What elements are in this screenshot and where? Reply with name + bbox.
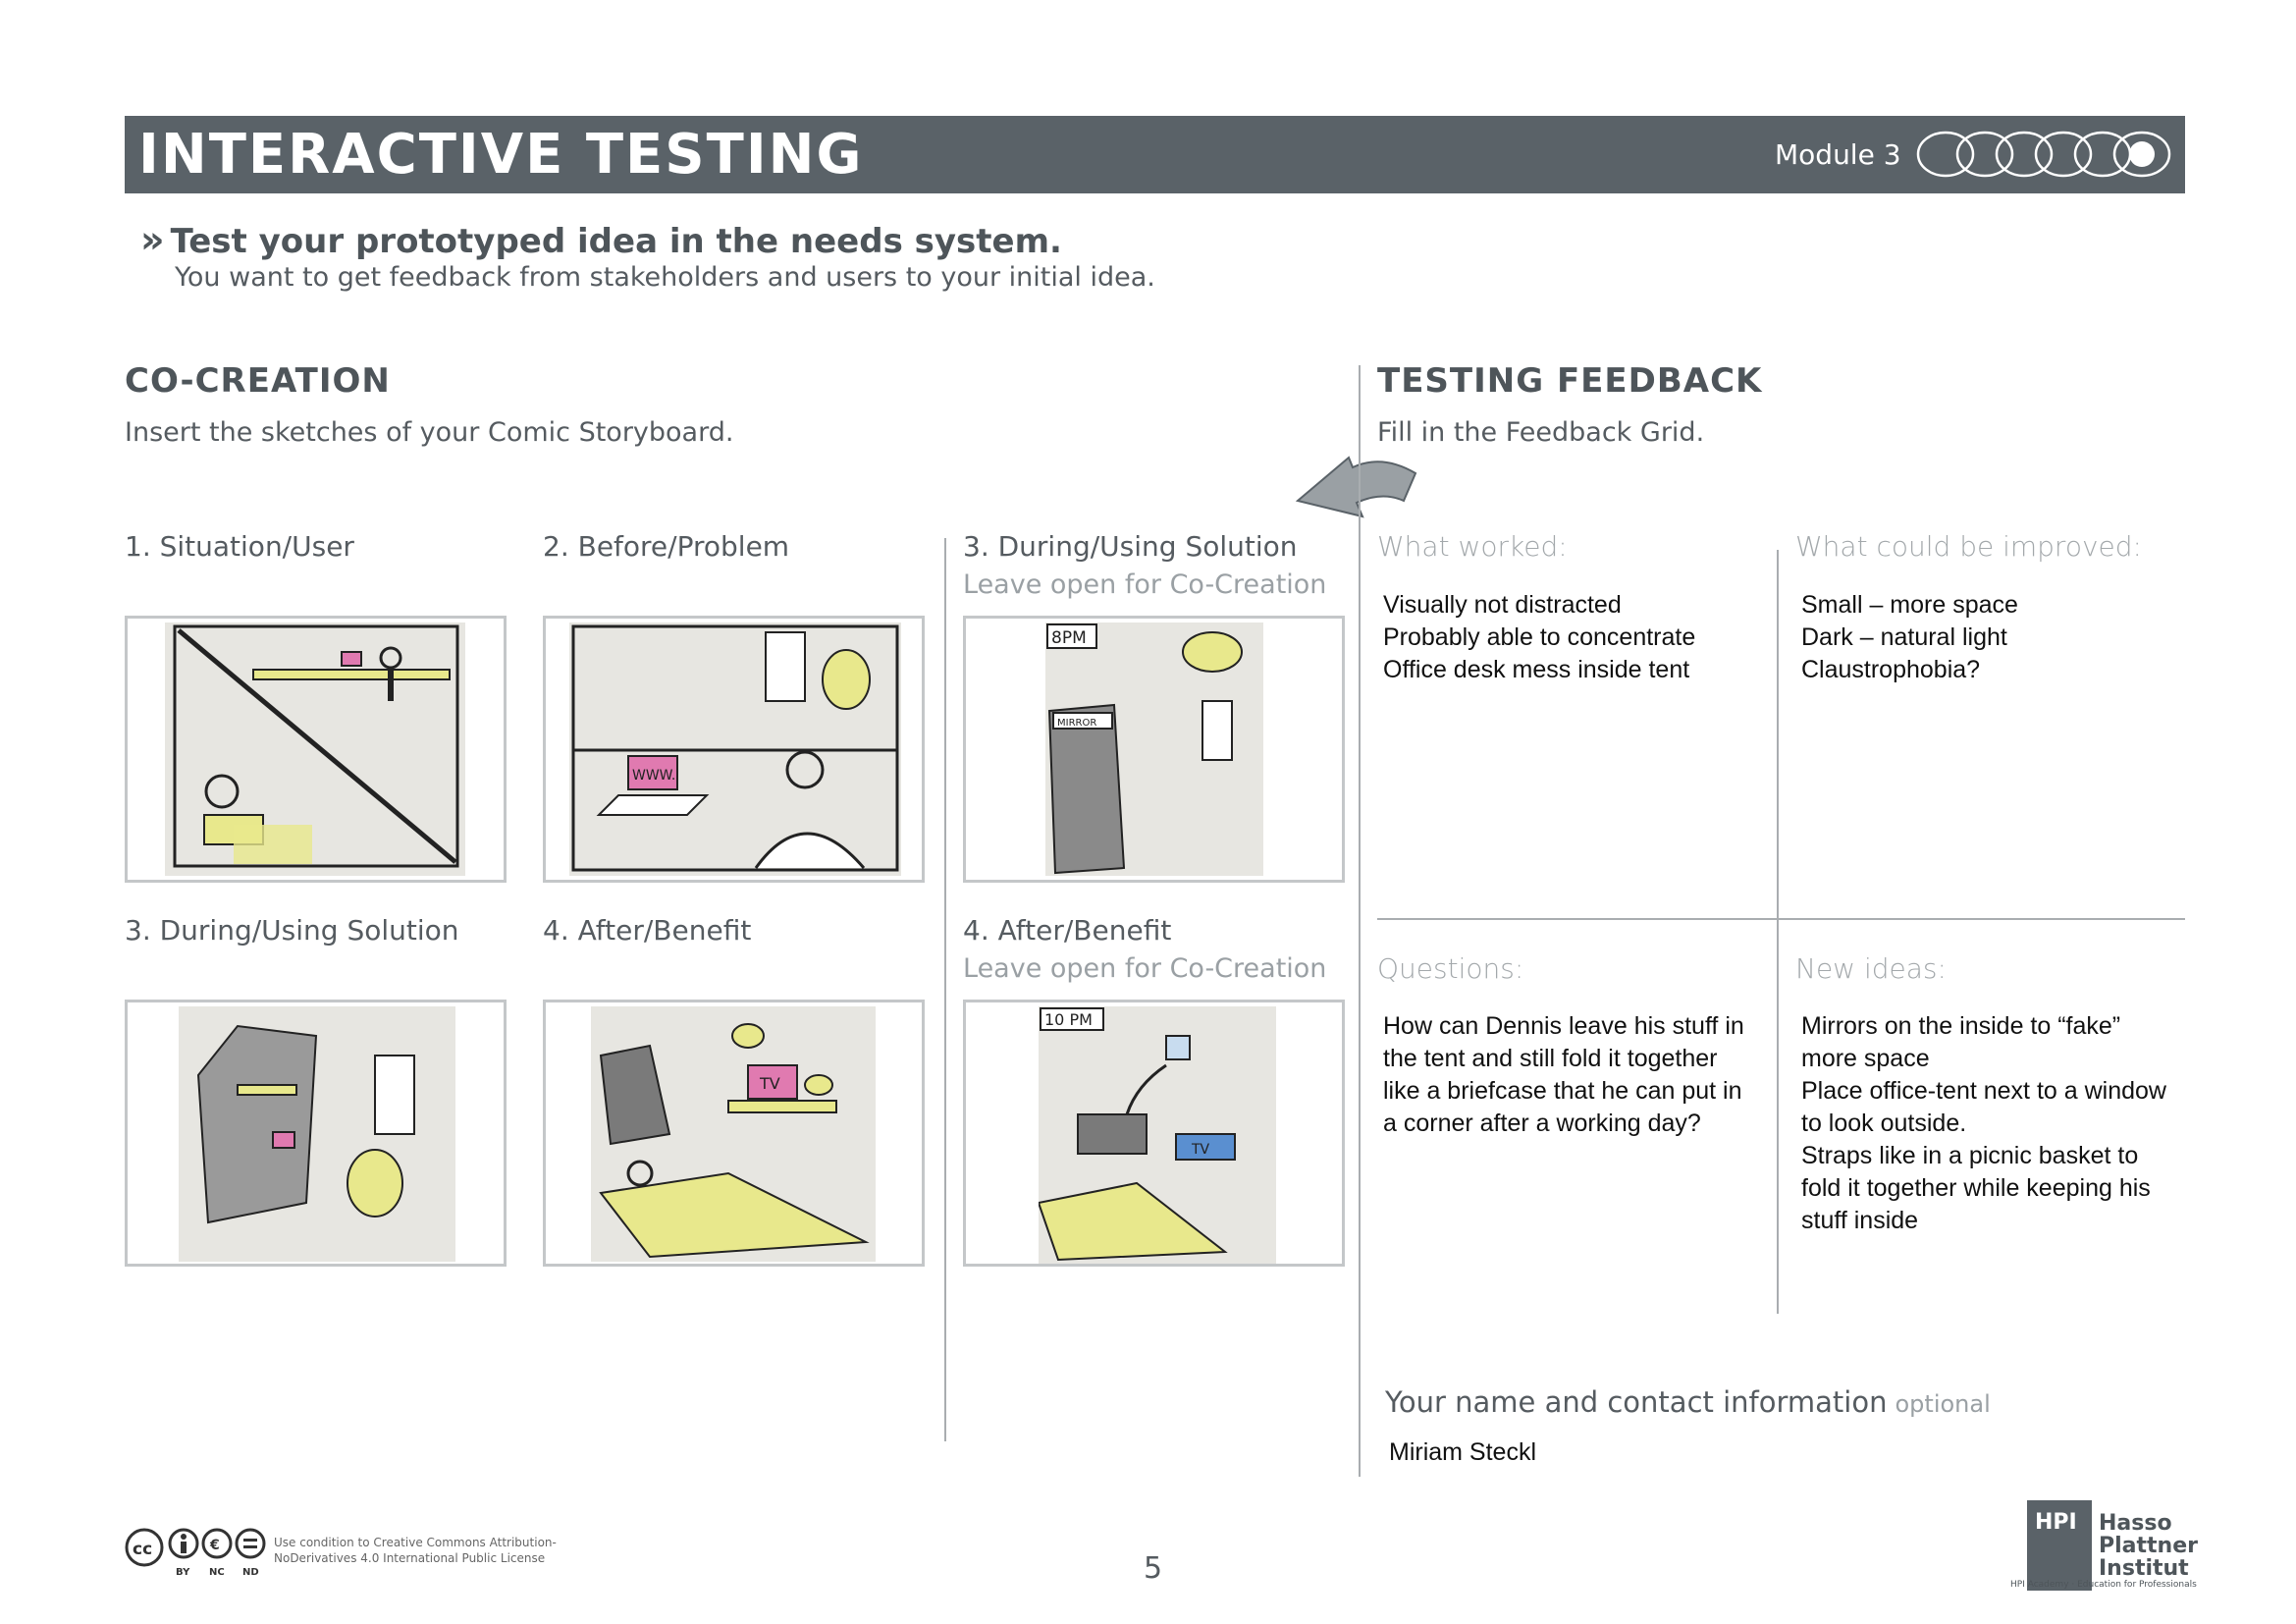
cocreation-description: Insert the sketches of your Comic Storyb… <box>125 417 734 448</box>
curved-arrow-icon <box>1295 456 1417 518</box>
panel-label: 2. Before/Problem <box>543 530 790 563</box>
header-band: INTERACTIVE TESTING Module 3 <box>125 116 2185 193</box>
svg-text:BY: BY <box>176 1567 190 1578</box>
sketch-image: TV <box>591 1006 876 1262</box>
storyboard-panel-6[interactable]: 10 PM TV <box>963 1000 1345 1267</box>
worked-label: What worked: <box>1377 530 1568 563</box>
hpi-name: Hasso Plattner Institut <box>2099 1511 2198 1581</box>
sketch-image: 8PM MIRROR <box>1045 623 1263 876</box>
page-number: 5 <box>1144 1551 1163 1586</box>
feedback-title: TESTING FEEDBACK <box>1377 361 1763 401</box>
contact-label: Your name and contact information optiona… <box>1385 1385 1991 1419</box>
worked-text[interactable]: Visually not distracted Probably able to… <box>1383 589 1695 686</box>
panel-note: Leave open for Co-Creation <box>963 953 1327 984</box>
feedback-description: Fill in the Feedback Grid. <box>1377 417 1705 448</box>
sketch-image <box>165 623 465 876</box>
ideas-text[interactable]: Mirrors on the inside to “fake” more spa… <box>1801 1010 2166 1237</box>
questions-label: Questions: <box>1377 952 1524 985</box>
sketch-text: MIRROR <box>1057 718 1096 729</box>
questions-text[interactable]: How can Dennis leave his stuff in the te… <box>1383 1010 1744 1140</box>
hpi-tagline: HPI Academy · Education for Professional… <box>2010 1580 2197 1590</box>
panel-label: 3. During/Using Solution <box>963 530 1298 563</box>
sketch-text: WWW. <box>632 768 675 784</box>
page-title: INTERACTIVE TESTING <box>138 123 864 187</box>
sketch-image: 10 PM TV <box>1037 1006 1276 1264</box>
improved-label: What could be improved: <box>1795 530 2142 563</box>
storyboard-panel-2[interactable]: WWW. <box>543 616 925 883</box>
panel-note: Leave open for Co-Creation <box>963 569 1327 600</box>
svg-text:€: € <box>209 1538 220 1553</box>
storyboard-panel-3[interactable]: 8PM MIRROR <box>963 616 1345 883</box>
storyboard-panel-1[interactable] <box>125 616 507 883</box>
module-progress-indicator <box>1916 131 2171 178</box>
sketch-image <box>179 1006 455 1262</box>
storyboard-panel-4[interactable] <box>125 1000 507 1267</box>
cocreation-title: CO-CREATION <box>125 361 391 401</box>
panel-label: 4. After/Benefit <box>543 914 752 947</box>
ideas-label: New ideas: <box>1795 952 1947 985</box>
storyboard-panel-5[interactable]: TV <box>543 1000 925 1267</box>
sketch-image: WWW. <box>569 623 901 876</box>
optional-hint: optional <box>1895 1390 1991 1418</box>
sketch-text: 8PM <box>1051 628 1087 648</box>
creative-commons-icon: cc € BY NC ND <box>125 1528 266 1578</box>
chevron-right-icon: » <box>140 218 165 261</box>
section-divider <box>1359 365 1361 1477</box>
svg-text:ND: ND <box>242 1567 259 1578</box>
hpi-logo: HPI <box>2027 1500 2092 1591</box>
license-text: Use condition to Creative Commons Attrib… <box>274 1536 557 1565</box>
panel-label: 3. During/Using Solution <box>125 914 459 947</box>
grid-horizontal-divider <box>1377 918 2185 920</box>
sketch-text: TV <box>759 1074 780 1093</box>
svg-text:NC: NC <box>209 1567 225 1578</box>
panel-label: 4. After/Benefit <box>963 914 1172 947</box>
sketch-text: 10 PM <box>1044 1010 1093 1029</box>
intro-title: » Test your prototyped idea in the needs … <box>140 218 1062 261</box>
sketch-text: TV <box>1191 1142 1210 1158</box>
panel-label: 1. Situation/User <box>125 530 354 563</box>
svg-text:cc: cc <box>133 1540 152 1559</box>
grid-vertical-divider <box>1777 550 1779 1314</box>
contact-field[interactable]: Miriam Steckl <box>1389 1438 1536 1467</box>
improved-text[interactable]: Small – more space Dark – natural light … <box>1801 589 2018 686</box>
module-label: Module 3 <box>1775 138 1901 171</box>
intro-subtitle: You want to get feedback from stakeholde… <box>175 262 1155 293</box>
column-divider <box>944 538 946 1441</box>
